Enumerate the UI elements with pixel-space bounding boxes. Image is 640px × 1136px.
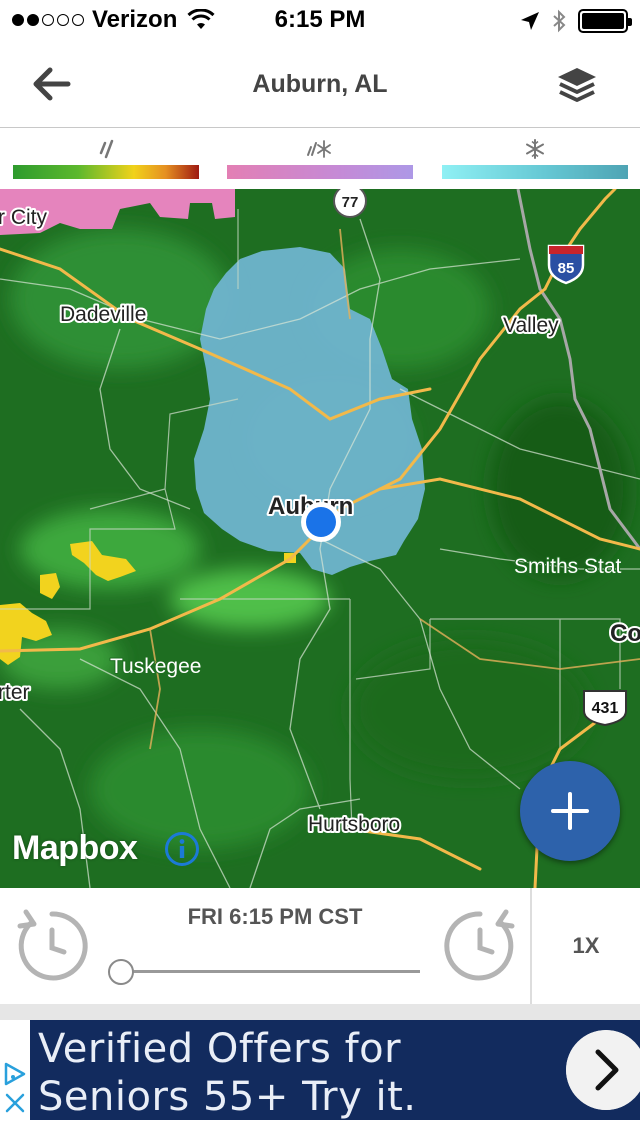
porter-label: rter [0,681,30,704]
snow-scale-bar [442,165,628,179]
ad-banner[interactable]: Verified Offers for Seniors 55+ Try it. [0,1020,640,1136]
ad-cta-button[interactable] [566,1030,640,1110]
adchoices-icon[interactable] [0,1060,30,1088]
mapbox-logo: Mapbox [12,829,138,867]
legend-snow [442,137,628,179]
location-arrow-icon [521,12,539,30]
battery-tip [628,18,632,26]
forward-button[interactable] [442,908,518,984]
rain-icon [99,139,114,159]
playback-speed-button[interactable]: 1X [532,888,640,1004]
forward-clock-icon [444,909,515,981]
snowflake-icon [526,139,544,159]
mix-scale-bar [227,165,413,179]
bluetooth-icon [553,9,566,33]
tuskegee-label: Tuskegee [110,655,201,678]
status-right [520,8,632,34]
navigation-bar: Auburn, AL [0,40,640,128]
city-label: r City [0,206,47,229]
info-icon [165,832,199,866]
battery-fill [582,13,624,29]
radar-map[interactable]: 77 85 431 r City Dadeville Valley Smiths… [0,189,640,888]
close-icon[interactable] [2,1090,28,1116]
plus-icon [551,792,589,830]
legend-mix [227,137,413,179]
status-bar: Verizon 6:15 PM [0,0,640,40]
mixed-precip-icon [307,140,331,158]
rewind-clock-icon [17,909,88,981]
section-gap [0,1004,640,1020]
battery-icon [578,9,632,33]
app-screen: Verizon 6:15 PM Auburn, AL 77 85 431 r C… [0,0,640,1136]
layers-button[interactable] [554,64,600,108]
location-title: Auburn, AL [252,70,388,98]
zoom-in-button[interactable] [520,761,620,861]
layers-icon [558,68,596,102]
hurtsboro-label: Hurtsboro [308,813,400,836]
columbus-label: Co [610,620,640,647]
smiths-station-label: Smiths Stat [514,555,622,578]
ad-headline-line1: Verified Offers for [38,1026,402,1072]
timeline-slider-track[interactable] [122,970,420,973]
playback-controls: FRI 6:15 PM CST 1X [0,888,640,1004]
legend-rain [13,137,199,179]
user-location-marker [301,502,341,542]
attribution-info-button[interactable] [164,831,200,867]
rain-scale-bar [13,165,199,179]
precipitation-legend [0,129,640,189]
ad-headline-line2: Seniors 55+ Try it. [38,1074,417,1120]
timeline-slider-thumb[interactable] [108,959,134,985]
valley-label: Valley [503,314,559,337]
radar-timestamp: FRI 6:15 PM CST [187,904,363,929]
dadeville-label: Dadeville [60,303,146,326]
ad-content[interactable]: Verified Offers for Seniors 55+ Try it. [30,1020,640,1120]
rewind-button[interactable] [14,908,90,984]
adchoices-panel [0,1060,30,1120]
